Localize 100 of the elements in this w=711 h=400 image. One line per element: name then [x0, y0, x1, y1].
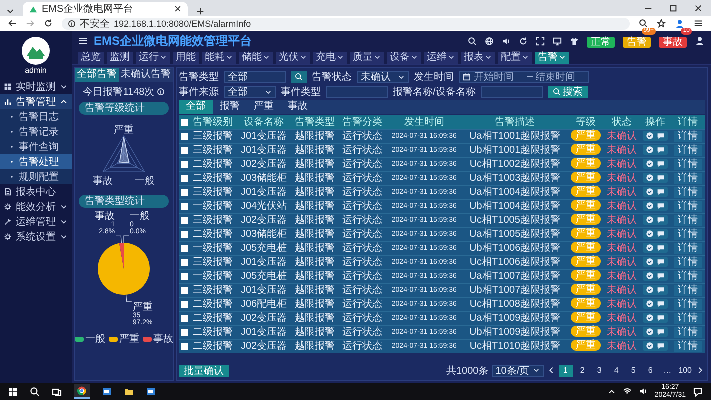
- page-number[interactable]: 100: [678, 364, 693, 376]
- browser-tab[interactable]: EMS企业微电网平台: [23, 2, 188, 16]
- search-button[interactable]: 搜索: [548, 86, 588, 98]
- nav-tab[interactable]: 运行: [136, 52, 170, 64]
- menu-item[interactable]: 能效分析: [0, 199, 72, 214]
- detail-button[interactable]: 详情: [674, 186, 702, 198]
- windows-start-icon[interactable]: [8, 386, 18, 396]
- speaker-icon[interactable]: [502, 36, 511, 46]
- task-view-icon[interactable]: [52, 386, 62, 396]
- confirm-icon[interactable]: [646, 216, 654, 224]
- reload-icon[interactable]: [44, 19, 53, 28]
- nav-tab[interactable]: 告警: [535, 52, 569, 64]
- refresh-icon[interactable]: [519, 36, 528, 46]
- detail-button[interactable]: 详情: [674, 228, 702, 240]
- nav-tab[interactable]: 运维: [424, 52, 458, 64]
- nav-tab[interactable]: 报表: [461, 52, 495, 64]
- input-field[interactable]: [326, 86, 388, 98]
- confirm-icon[interactable]: [646, 258, 654, 266]
- batch-confirm-button[interactable]: 批量确认: [179, 364, 229, 376]
- search-button[interactable]: [291, 71, 307, 83]
- nav-tab[interactable]: 总览: [78, 52, 104, 64]
- app-icon[interactable]: [102, 386, 112, 396]
- nav-tab[interactable]: 设备: [387, 52, 421, 64]
- nav-tab[interactable]: 光伏: [276, 52, 310, 64]
- page-number[interactable]: 2: [576, 364, 590, 376]
- detail-button[interactable]: 详情: [674, 242, 702, 254]
- confirm-icon[interactable]: [646, 202, 654, 210]
- input-field[interactable]: [480, 86, 543, 98]
- monitor-icon[interactable]: [553, 36, 562, 46]
- nav-tab[interactable]: 配置: [498, 52, 532, 64]
- detail-button[interactable]: 详情: [674, 298, 702, 310]
- confirm-icon[interactable]: [646, 342, 654, 350]
- detail-button[interactable]: 详情: [674, 172, 702, 184]
- status-badge[interactable]: 事故: [659, 37, 687, 48]
- menu-item[interactable]: 实时监测: [0, 79, 72, 94]
- page-number[interactable]: 1: [558, 364, 573, 376]
- alarm-tab[interactable]: 全部: [179, 100, 213, 114]
- detail-button[interactable]: 详情: [674, 340, 702, 352]
- detail-button[interactable]: 详情: [674, 312, 702, 324]
- confirm-icon[interactable]: [646, 230, 654, 238]
- maximize-icon[interactable]: [669, 4, 678, 12]
- search-icon[interactable]: [468, 36, 477, 46]
- start-date-input[interactable]: 开始时间: [474, 72, 524, 82]
- next-page-icon[interactable]: [696, 366, 705, 375]
- confirm-icon[interactable]: [646, 328, 654, 336]
- confirm-icon[interactable]: [646, 244, 654, 252]
- menu-item[interactable]: 告警管理: [0, 94, 72, 109]
- app-icon[interactable]: [146, 386, 156, 396]
- page-size-select[interactable]: 10条/页: [492, 364, 544, 376]
- confirm-icon[interactable]: [646, 146, 654, 154]
- menu-item[interactable]: 报表中心: [0, 184, 72, 199]
- select-field[interactable]: 全部: [224, 86, 276, 98]
- shirt-icon[interactable]: [570, 36, 579, 46]
- submenu-item[interactable]: 告警记录: [0, 124, 72, 139]
- detail-button[interactable]: 详情: [674, 144, 702, 156]
- detail-button[interactable]: 详情: [674, 284, 702, 296]
- detail-button[interactable]: 详情: [674, 130, 702, 142]
- submenu-item[interactable]: 事件查询: [0, 139, 72, 154]
- alarm-tab[interactable]: 事故: [281, 100, 315, 114]
- page-number[interactable]: 5: [626, 364, 641, 376]
- panel-tab[interactable]: 全部告警: [75, 68, 119, 82]
- close-icon[interactable]: [174, 5, 182, 13]
- panel-tab[interactable]: 未确认告警: [119, 68, 173, 82]
- back-icon[interactable]: [8, 19, 17, 28]
- detail-button[interactable]: 详情: [674, 200, 702, 212]
- detail-button[interactable]: 详情: [674, 270, 702, 282]
- page-number[interactable]: 6: [644, 364, 658, 376]
- end-date-input[interactable]: 结束时间: [536, 72, 585, 82]
- previous-page-icon[interactable]: [546, 366, 556, 375]
- page-number[interactable]: 4: [610, 364, 624, 376]
- speaker-icon[interactable]: [638, 387, 648, 396]
- fullscreen-icon[interactable]: [536, 36, 545, 46]
- nav-tab[interactable]: 能耗: [202, 52, 236, 64]
- nav-tab[interactable]: 储能: [239, 52, 273, 64]
- confirm-icon[interactable]: [646, 188, 654, 196]
- confirm-icon[interactable]: [646, 286, 654, 294]
- date-range-field[interactable]: 开始时间 结束时间: [459, 71, 589, 83]
- menu-icon[interactable]: [694, 19, 703, 28]
- submenu-item[interactable]: 告警处理: [0, 154, 72, 169]
- detail-button[interactable]: 详情: [674, 158, 702, 170]
- detail-button[interactable]: 详情: [674, 326, 702, 338]
- chevron-up-icon[interactable]: [608, 388, 616, 396]
- network-icon[interactable]: [622, 387, 632, 396]
- submenu-item[interactable]: 告警日志: [0, 109, 72, 124]
- star-icon[interactable]: [657, 19, 666, 28]
- menu-item[interactable]: 系统设置: [0, 229, 72, 244]
- close-icon[interactable]: [694, 4, 703, 12]
- confirm-icon[interactable]: [646, 300, 654, 308]
- detail-button[interactable]: 详情: [674, 256, 702, 268]
- notification-icon[interactable]: [693, 386, 703, 396]
- new-tab-icon[interactable]: [196, 7, 205, 16]
- nav-tab[interactable]: 充电: [313, 52, 347, 64]
- page-number[interactable]: …: [660, 364, 675, 376]
- alarm-tab[interactable]: 严重: [247, 100, 281, 114]
- profile-icon[interactable]: [675, 18, 685, 28]
- confirm-icon[interactable]: [646, 132, 654, 140]
- address-bar[interactable]: 不安全 192.168.1.10:8080/EMS/alarmInfo: [62, 18, 630, 30]
- page-number[interactable]: 3: [592, 364, 607, 376]
- globe-icon[interactable]: [485, 36, 494, 46]
- nav-tab[interactable]: 质量: [350, 52, 384, 64]
